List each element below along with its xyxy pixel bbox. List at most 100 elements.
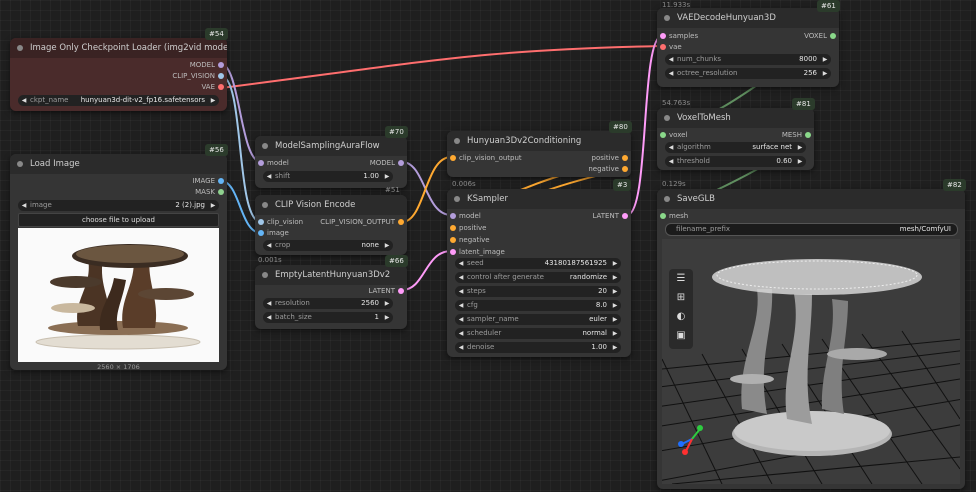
increment-icon[interactable]: ▶: [383, 298, 391, 309]
output-socket-clip-vision-output[interactable]: [398, 219, 404, 225]
input-socket-positive[interactable]: [450, 225, 456, 231]
increment-icon[interactable]: ▶: [796, 156, 804, 167]
decrement-icon[interactable]: ◀: [457, 342, 465, 353]
prev-arrow-icon[interactable]: ◀: [20, 200, 28, 211]
node-title[interactable]: CLIP Vision Encode: [255, 195, 407, 215]
output-socket-mesh[interactable]: [805, 132, 811, 138]
resolution-number[interactable]: ◀ resolution 2560 ▶: [263, 298, 393, 309]
next-arrow-icon[interactable]: ▶: [611, 272, 619, 283]
threshold-number[interactable]: ◀ threshold 0.60 ▶: [665, 156, 806, 167]
collapse-dot-icon[interactable]: [664, 115, 670, 121]
collapse-dot-icon[interactable]: [262, 272, 268, 278]
decrement-icon[interactable]: ◀: [457, 258, 465, 269]
denoise-number[interactable]: ◀ denoise 1.00 ▶: [455, 342, 621, 353]
octree-resolution-number[interactable]: ◀ octree_resolution 256 ▶: [665, 68, 831, 79]
increment-icon[interactable]: ▶: [611, 286, 619, 297]
input-socket-model[interactable]: [450, 213, 456, 219]
control-after-generate-combo[interactable]: ◀ control after generate randomize ▶: [455, 272, 621, 283]
algorithm-combo[interactable]: ◀ algorithm surface net ▶: [665, 142, 806, 153]
grid-icon[interactable]: ⊞: [671, 290, 691, 306]
increment-icon[interactable]: ▶: [383, 312, 391, 323]
menu-icon[interactable]: ☰: [671, 271, 691, 287]
collapse-dot-icon[interactable]: [664, 15, 670, 21]
shift-number[interactable]: ◀ shift 1.00 ▶: [263, 171, 393, 182]
input-socket-model[interactable]: [258, 160, 264, 166]
next-arrow-icon[interactable]: ▶: [796, 142, 804, 153]
next-arrow-icon[interactable]: ▶: [209, 95, 217, 106]
decrement-icon[interactable]: ◀: [667, 156, 675, 167]
output-socket-latent[interactable]: [398, 288, 404, 294]
collapse-dot-icon[interactable]: [454, 138, 460, 144]
prev-arrow-icon[interactable]: ◀: [457, 272, 465, 283]
node-title[interactable]: Image Only Checkpoint Loader (img2vid mo…: [10, 38, 227, 58]
node-clip-vision-encode[interactable]: CLIP Vision Encode clip_vision image CLI…: [255, 195, 407, 255]
input-socket-negative[interactable]: [450, 237, 456, 243]
ckpt-name-combo[interactable]: ◀ ckpt_name hunyuan3d-dit-v2_fp16.safete…: [18, 95, 219, 106]
node-title[interactable]: SaveGLB: [657, 189, 965, 209]
node-title[interactable]: ModelSamplingAuraFlow: [255, 136, 407, 156]
decrement-icon[interactable]: ◀: [265, 171, 273, 182]
collapse-dot-icon[interactable]: [262, 143, 268, 149]
collapse-dot-icon[interactable]: [454, 196, 460, 202]
node-vae-decode-hunyuan3d[interactable]: VAEDecodeHunyuan3D samples vae VOXEL ◀ nu…: [657, 8, 839, 87]
node-empty-latent-hunyuan3dv2[interactable]: EmptyLatentHunyuan3Dv2 LATENT ◀ resoluti…: [255, 265, 407, 329]
input-socket-clip-vision-output[interactable]: [450, 155, 456, 161]
node-voxel-to-mesh[interactable]: VoxelToMesh voxel MESH ◀ algorithm surface…: [657, 108, 814, 170]
node-title[interactable]: KSampler: [447, 189, 631, 209]
decrement-icon[interactable]: ◀: [667, 68, 675, 79]
output-socket-mask[interactable]: [218, 189, 224, 195]
seed-number[interactable]: ◀ seed 431801875619​25 ▶: [455, 258, 621, 269]
input-socket-image[interactable]: [258, 230, 264, 236]
decrement-icon[interactable]: ◀: [457, 286, 465, 297]
next-arrow-icon[interactable]: ▶: [611, 328, 619, 339]
steps-number[interactable]: ◀ steps 20 ▶: [455, 286, 621, 297]
filename-prefix-field[interactable]: filename_prefix mesh/ComfyUI: [665, 223, 958, 236]
output-socket-model[interactable]: [218, 62, 224, 68]
output-socket-positive[interactable]: [622, 155, 628, 161]
increment-icon[interactable]: ▶: [383, 171, 391, 182]
output-socket-clip-vision[interactable]: [218, 73, 224, 79]
decrement-icon[interactable]: ◀: [457, 300, 465, 311]
output-socket-negative[interactable]: [622, 166, 628, 172]
node-title[interactable]: VoxelToMesh: [657, 108, 814, 128]
collapse-dot-icon[interactable]: [17, 161, 23, 167]
3d-viewport[interactable]: ☰ ⊞ ◐ ▣: [662, 239, 960, 484]
palette-icon[interactable]: ◐: [671, 309, 691, 325]
output-socket-model[interactable]: [398, 160, 404, 166]
collapse-dot-icon[interactable]: [664, 196, 670, 202]
scheduler-combo[interactable]: ◀ scheduler normal ▶: [455, 328, 621, 339]
cfg-number[interactable]: ◀ cfg 8.0 ▶: [455, 300, 621, 311]
increment-icon[interactable]: ▶: [821, 54, 829, 65]
output-socket-vae[interactable]: [218, 84, 224, 90]
node-title[interactable]: Hunyuan3Dv2Conditioning: [447, 131, 631, 151]
decrement-icon[interactable]: ◀: [265, 298, 273, 309]
node-hunyuan3dv2-conditioning[interactable]: Hunyuan3Dv2Conditioning clip_vision_outp…: [447, 131, 631, 177]
node-load-image[interactable]: Load Image IMAGE MASK ◀ image 2 (2).jpg …: [10, 154, 227, 371]
image-icon[interactable]: ▣: [671, 328, 691, 344]
batch-size-number[interactable]: ◀ batch_size 1 ▶: [263, 312, 393, 323]
sampler-name-combo[interactable]: ◀ sampler_name euler ▶: [455, 314, 621, 325]
node-save-glb[interactable]: SaveGLB mesh filename_prefix mesh/ComfyU…: [657, 189, 965, 489]
prev-arrow-icon[interactable]: ◀: [457, 328, 465, 339]
node-checkpoint-loader[interactable]: Image Only Checkpoint Loader (img2vid mo…: [10, 38, 227, 111]
prev-arrow-icon[interactable]: ◀: [457, 314, 465, 325]
prev-arrow-icon[interactable]: ◀: [265, 240, 273, 251]
next-arrow-icon[interactable]: ▶: [383, 240, 391, 251]
output-socket-image[interactable]: [218, 178, 224, 184]
output-socket-latent[interactable]: [622, 213, 628, 219]
collapse-dot-icon[interactable]: [17, 45, 23, 51]
input-socket-clip-vision[interactable]: [258, 219, 264, 225]
decrement-icon[interactable]: ◀: [667, 54, 675, 65]
output-socket-voxel[interactable]: [830, 33, 836, 39]
input-socket-latent-image[interactable]: [450, 249, 456, 255]
increment-icon[interactable]: ▶: [611, 300, 619, 311]
node-ksampler[interactable]: KSampler model positive negative latent_…: [447, 189, 631, 357]
num-chunks-number[interactable]: ◀ num_chunks 8000 ▶: [665, 54, 831, 65]
next-arrow-icon[interactable]: ▶: [611, 314, 619, 325]
increment-icon[interactable]: ▶: [611, 342, 619, 353]
prev-arrow-icon[interactable]: ◀: [20, 95, 28, 106]
node-title[interactable]: EmptyLatentHunyuan3Dv2: [255, 265, 407, 285]
input-socket-vae[interactable]: [660, 44, 666, 50]
collapse-dot-icon[interactable]: [262, 202, 268, 208]
increment-icon[interactable]: ▶: [611, 258, 619, 269]
